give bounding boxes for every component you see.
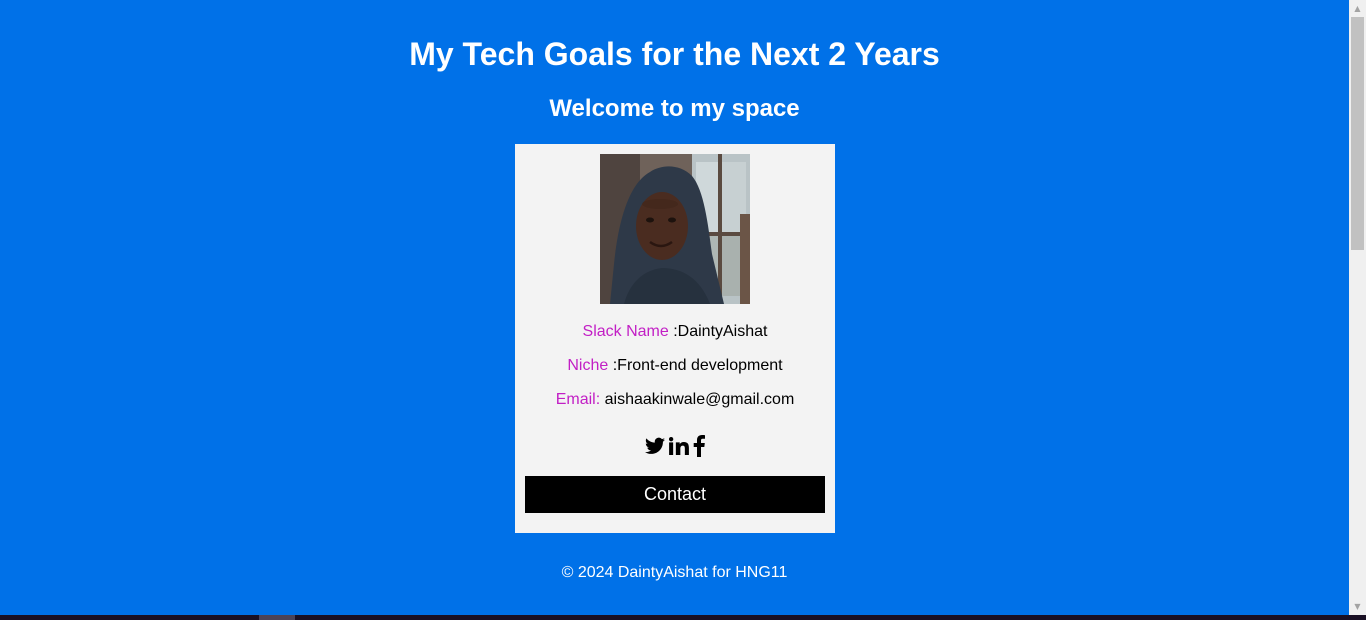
social-links — [515, 434, 835, 458]
scroll-down-arrow-icon[interactable]: ▼ — [1349, 598, 1366, 615]
email-row: Email: aishaakinwale@gmail.com — [515, 390, 835, 410]
email-value: aishaakinwale@gmail.com — [604, 391, 795, 408]
facebook-icon[interactable] — [693, 435, 705, 457]
taskbar — [0, 615, 1366, 620]
slack-name-value: DaintyAishat — [677, 323, 768, 340]
niche-value: Front-end development — [617, 357, 783, 374]
page-subtitle: Welcome to my space — [549, 95, 800, 122]
niche-separator: : — [608, 357, 618, 374]
niche-row: Niche :Front-end development — [515, 356, 835, 376]
email-label: Email: — [555, 391, 601, 408]
slack-name-separator: : — [668, 323, 678, 340]
taskbar-active-app[interactable] — [259, 615, 295, 620]
page-title: My Tech Goals for the Next 2 Years — [409, 36, 940, 72]
scrollbar-thumb[interactable] — [1351, 17, 1364, 250]
profile-card: Slack Name :DaintyAishat Niche :Front-en… — [515, 144, 835, 533]
niche-label: Niche — [567, 357, 609, 374]
scroll-up-arrow-icon[interactable]: ▲ — [1349, 0, 1366, 17]
contact-button[interactable]: Contact — [525, 476, 825, 513]
profile-photo — [600, 154, 750, 304]
vertical-scrollbar[interactable]: ▲ ▼ — [1349, 0, 1366, 615]
slack-name-label: Slack Name — [582, 323, 669, 340]
linkedin-icon[interactable] — [669, 437, 689, 455]
twitter-icon[interactable] — [645, 437, 665, 455]
page-viewport: My Tech Goals for the Next 2 Years Welco… — [0, 0, 1349, 615]
footer-text: © 2024 DaintyAishat for HNG11 — [561, 564, 788, 581]
slack-name-row: Slack Name :DaintyAishat — [515, 322, 835, 342]
